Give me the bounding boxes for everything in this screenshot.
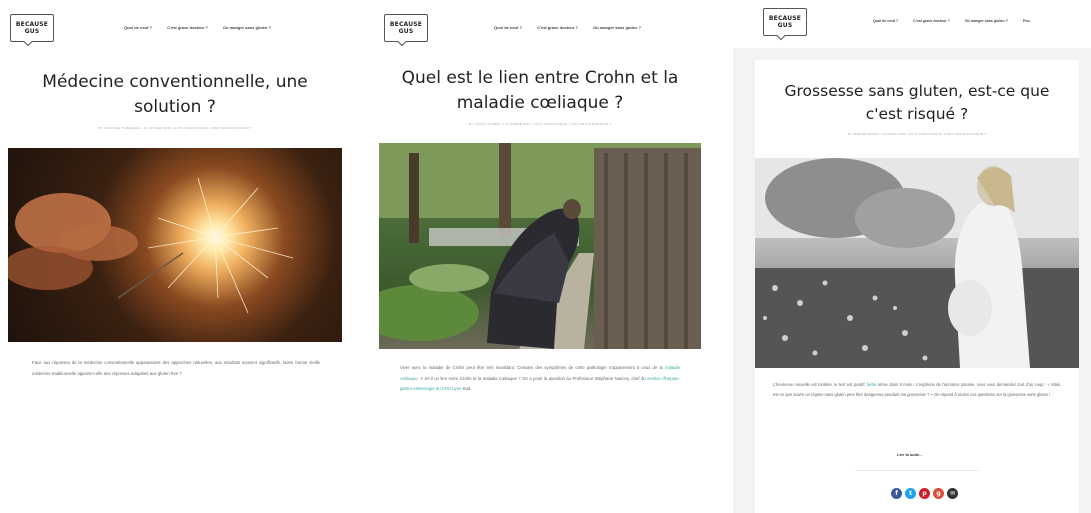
post-card: Grossesse sans gluten, est-ce que c'est … <box>755 60 1079 513</box>
post-image-sparkler[interactable] <box>8 148 342 342</box>
nav-item-ou-manger[interactable]: Où manger sans gluten ? <box>593 25 641 30</box>
nav-item-quoi-de-neuf[interactable]: Quoi de neuf ? <box>124 25 152 30</box>
site-header: BECAUSE GUS Quoi de neuf ? C'est grave d… <box>0 0 350 48</box>
main-nav: Quoi de neuf ? C'est grave docteur ? Où … <box>124 25 285 30</box>
post-title[interactable]: Médecine conventionnelle, une solution ? <box>40 70 310 120</box>
post-image-pregnant-woman[interactable] <box>755 158 1079 368</box>
divider <box>855 470 979 471</box>
nav-item-grave-docteur[interactable]: C'est grave docteur ? <box>167 25 208 30</box>
post-excerpt: L'heureuse nouvelle est tombée, le test … <box>773 382 1061 397</box>
post-excerpt: Face aux réponses de la médecine convent… <box>32 360 320 376</box>
post-title[interactable]: Grossesse sans gluten, est-ce que c'est … <box>765 80 1069 126</box>
pregnancy-illustration <box>755 158 1079 368</box>
share-buttons: f t p g ✉ <box>891 488 958 499</box>
post-column-1: BECAUSE GUS Quoi de neuf ? C'est grave d… <box>0 0 350 513</box>
post-meta: BY CÉCILE OLIVER • 2 OCTOBRE 2014 • ACTU… <box>468 122 612 126</box>
post-meta: BY CAROLINE THIBEDEAU • 31 JANVIER 2015 … <box>98 126 252 130</box>
main-nav: Quoi de neuf ? C'est grave docteur ? Où … <box>873 19 1044 23</box>
post-column-3: BECAUSE GUS Quoi de neuf ? C'est grave d… <box>733 0 1091 513</box>
twitter-icon[interactable]: t <box>905 488 916 499</box>
nav-item-ou-manger[interactable]: Où manger sans gluten ? <box>965 19 1008 23</box>
site-header: BECAUSE GUS Quoi de neuf ? C'est grave d… <box>733 0 1091 48</box>
sparkler-illustration <box>8 177 294 314</box>
site-header: BECAUSE GUS Quoi de neuf ? C'est grave d… <box>370 0 710 48</box>
post-image-garden[interactable] <box>379 143 701 349</box>
nav-item-quoi-de-neuf[interactable]: Quoi de neuf ? <box>873 19 898 23</box>
facebook-icon[interactable]: f <box>891 488 902 499</box>
pinterest-icon[interactable]: p <box>919 488 930 499</box>
post-excerpt: Vivre avec la maladie de Crohn peut être… <box>400 365 680 391</box>
post-title[interactable]: Quel est le lien entre Crohn et la malad… <box>390 66 690 116</box>
post-meta: BY MARINE PICKET • 12 MARS 2015 • ACTU S… <box>848 132 986 136</box>
email-icon[interactable]: ✉ <box>947 488 958 499</box>
nav-item-quoi-de-neuf[interactable]: Quoi de neuf ? <box>494 25 522 30</box>
nav-item-truncated[interactable]: Pou <box>1023 19 1030 23</box>
post-column-2: BECAUSE GUS Quoi de neuf ? C'est grave d… <box>370 0 710 513</box>
read-more-link[interactable]: Lire la suite... <box>897 452 923 457</box>
google-plus-icon[interactable]: g <box>933 488 944 499</box>
main-nav: Quoi de neuf ? C'est grave docteur ? Où … <box>494 25 655 30</box>
garden-illustration <box>379 143 701 349</box>
link-bebe[interactable]: bébé <box>867 382 876 387</box>
nav-item-grave-docteur[interactable]: C'est grave docteur ? <box>537 25 578 30</box>
nav-item-ou-manger[interactable]: Où manger sans gluten ? <box>223 25 271 30</box>
site-logo[interactable]: BECAUSE GUS <box>384 14 428 42</box>
site-logo[interactable]: BECAUSE GUS <box>763 8 807 36</box>
nav-item-grave-docteur[interactable]: C'est grave docteur ? <box>913 19 950 23</box>
site-logo[interactable]: BECAUSE GUS <box>10 14 54 42</box>
